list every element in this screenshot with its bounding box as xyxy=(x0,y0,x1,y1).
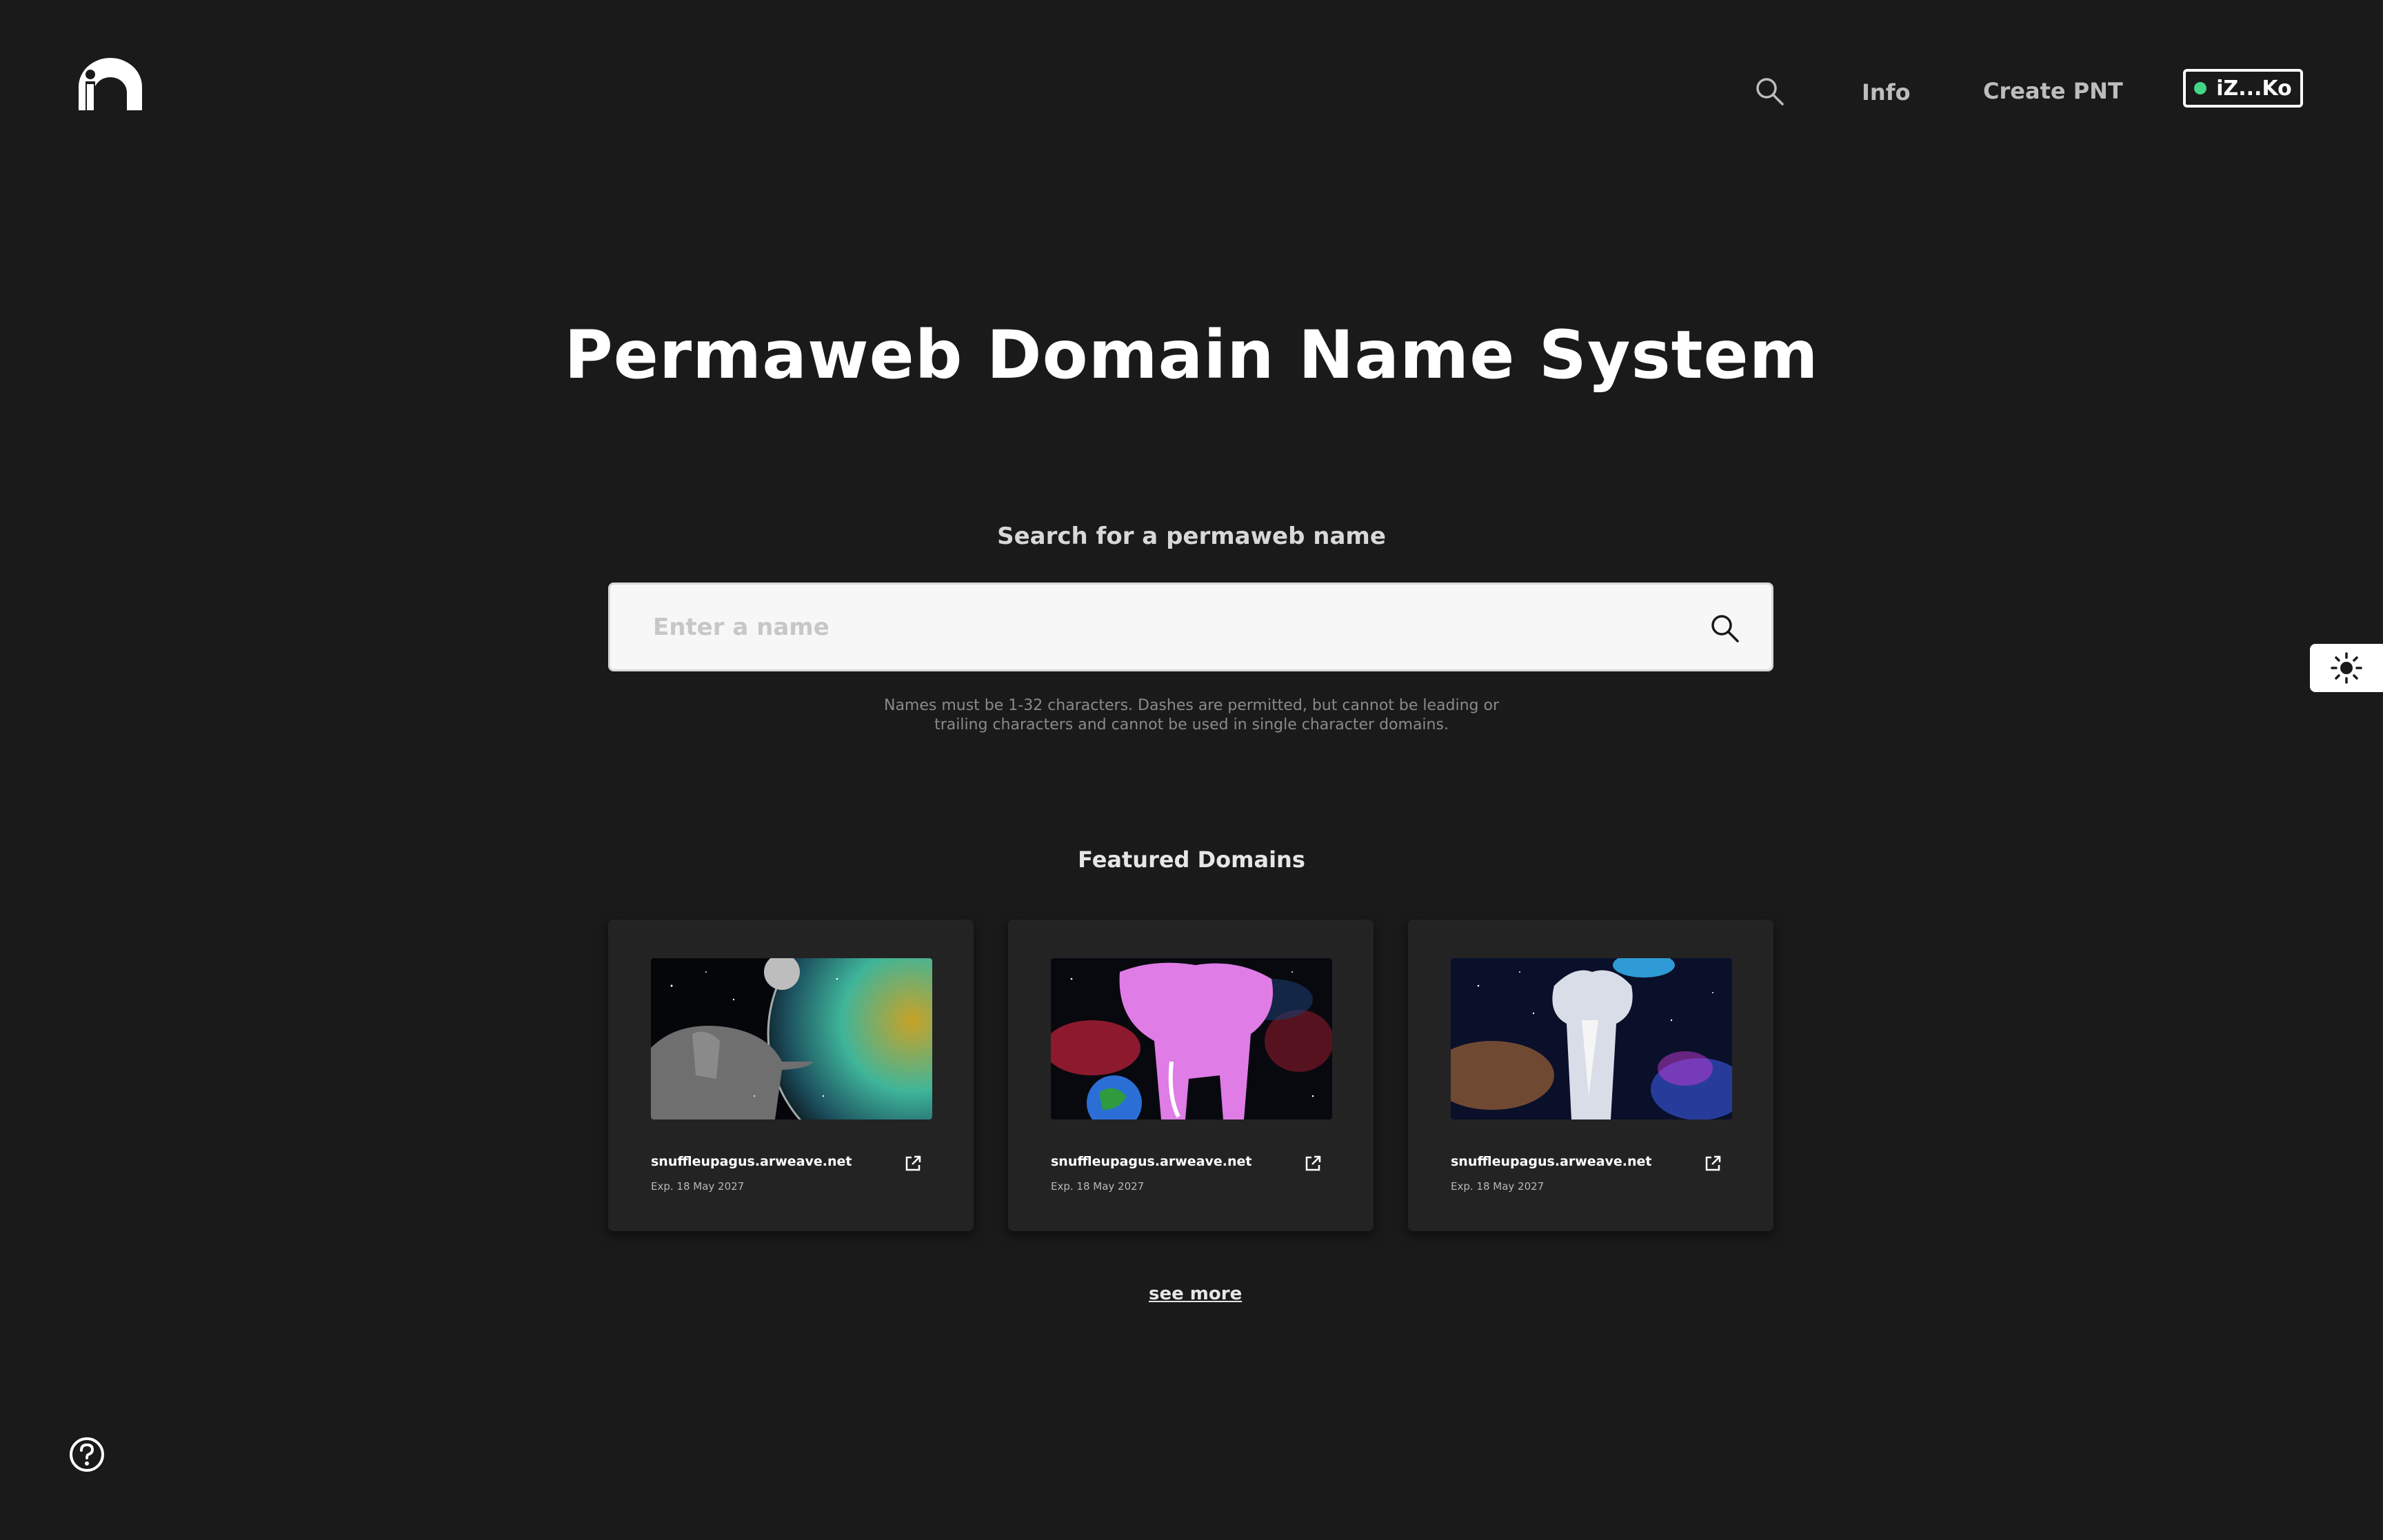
external-link-icon[interactable] xyxy=(903,1154,923,1173)
see-more-link[interactable]: see more xyxy=(1149,1284,1242,1304)
card-domain-name[interactable]: snuffleupagus.arweave.net xyxy=(651,1154,852,1169)
card-expiry: Exp. 18 May 2027 xyxy=(1451,1180,1545,1193)
wallet-address: iZ...Ko xyxy=(2216,76,2292,101)
nav-info-link[interactable]: Info xyxy=(1862,77,1911,108)
card-domain-name[interactable]: snuffleupagus.arweave.net xyxy=(1051,1154,1252,1169)
wallet-button[interactable]: iZ...Ko xyxy=(2183,69,2303,108)
card-expiry: Exp. 18 May 2027 xyxy=(1051,1180,1145,1193)
featured-domains-title: Featured Domains xyxy=(1078,847,1305,873)
theme-toggle-button[interactable] xyxy=(2310,644,2383,692)
external-link-icon[interactable] xyxy=(1303,1154,1323,1173)
nav-create-pnt-link[interactable]: Create PNT xyxy=(1983,76,2123,106)
card-expiry: Exp. 18 May 2027 xyxy=(651,1180,745,1193)
search-label: Search for a permaweb name xyxy=(997,523,1386,550)
search-icon[interactable] xyxy=(1709,613,1740,643)
gray-elephant-space-planet-image xyxy=(651,958,932,1119)
card-domain-name[interactable]: snuffleupagus.arweave.net xyxy=(1451,1154,1652,1169)
name-search-input[interactable] xyxy=(653,585,1660,669)
search-hint: Names must be 1-32 characters. Dashes ar… xyxy=(883,697,1500,733)
page-title: Permaweb Domain Name System xyxy=(564,316,1819,394)
help-icon[interactable] xyxy=(69,1437,105,1472)
white-elephant-galaxy-image xyxy=(1451,958,1732,1119)
search-icon[interactable] xyxy=(1754,76,1784,106)
search-box xyxy=(608,582,1773,671)
arns-logo-icon[interactable] xyxy=(79,58,142,110)
sun-icon xyxy=(2331,652,2362,684)
external-link-icon[interactable] xyxy=(1703,1154,1722,1173)
connected-status-dot xyxy=(2194,82,2207,94)
pink-elephant-nebula-image xyxy=(1051,958,1332,1119)
